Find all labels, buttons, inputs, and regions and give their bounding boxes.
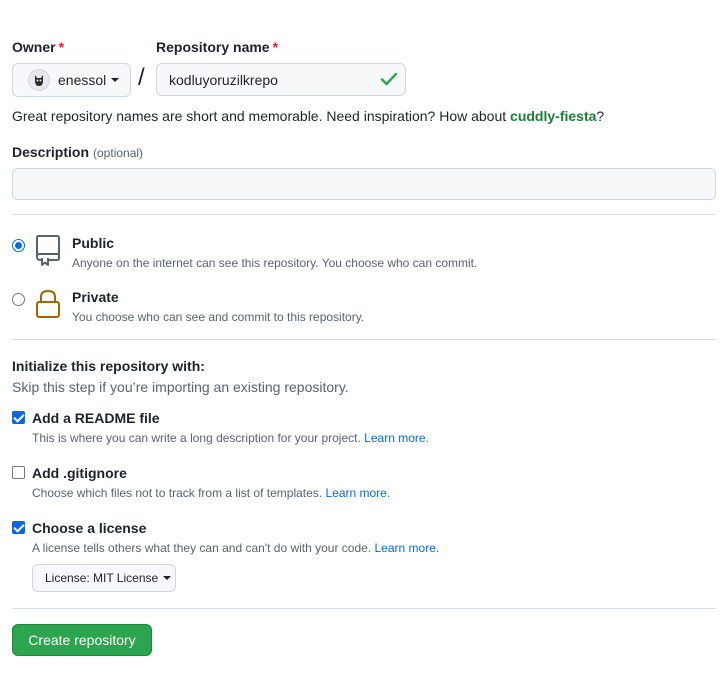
visibility-public-radio[interactable]	[12, 239, 25, 252]
owner-label-text: Owner	[12, 39, 56, 55]
owner-select-button[interactable]: enessol	[12, 63, 131, 97]
visibility-private-radio[interactable]	[12, 293, 25, 306]
avatar-icon	[28, 69, 50, 91]
divider	[12, 608, 716, 609]
license-learn-more-link[interactable]: Learn more.	[375, 541, 440, 555]
description-label: Description (optional)	[12, 144, 143, 160]
readme-label: Add a README file	[32, 410, 160, 426]
readme-description-text: This is where you can write a long descr…	[32, 431, 361, 445]
readme-checkbox[interactable]	[12, 411, 25, 424]
license-checkbox[interactable]	[12, 521, 25, 534]
create-repository-label: Create repository	[28, 632, 136, 648]
initialize-subtitle: Skip this step if you’re importing an ex…	[12, 379, 349, 395]
repo-name-hint: Great repository names are short and mem…	[12, 108, 604, 124]
repo-name-label-text: Repository name	[156, 39, 270, 55]
gitignore-learn-more-link[interactable]: Learn more.	[325, 486, 390, 500]
check-icon	[380, 71, 398, 90]
required-marker: *	[272, 39, 279, 55]
owner-repo-separator: /	[138, 64, 145, 91]
chevron-down-icon	[111, 78, 120, 82]
gitignore-label: Add .gitignore	[32, 465, 127, 481]
initialize-title: Initialize this repository with:	[12, 358, 205, 374]
license-label: Choose a license	[32, 520, 147, 536]
visibility-private-description: You choose who can see and commit to thi…	[72, 310, 365, 324]
readme-learn-more-link[interactable]: Learn more.	[364, 431, 429, 445]
optional-label: (optional)	[93, 146, 144, 160]
hint-suffix: ?	[596, 108, 605, 124]
visibility-public-title: Public	[72, 235, 115, 251]
gitignore-description: Choose which files not to track from a l…	[32, 486, 390, 500]
lock-icon	[35, 289, 61, 322]
license-select-button[interactable]: License: MIT License	[32, 564, 176, 592]
license-description-text: A license tells others what they can and…	[32, 541, 372, 555]
divider	[12, 339, 716, 340]
repo-name-input[interactable]	[156, 63, 406, 96]
readme-description: This is where you can write a long descr…	[32, 431, 429, 445]
owner-label: Owner *	[12, 39, 64, 55]
chevron-down-icon	[163, 576, 172, 580]
repo-name-label: Repository name *	[156, 39, 278, 55]
license-select-label: License: MIT License	[45, 571, 159, 585]
hint-text: Great repository names are short and mem…	[12, 108, 511, 124]
owner-name: enessol	[58, 72, 107, 88]
description-input[interactable]	[12, 168, 716, 200]
create-repository-button[interactable]: Create repository	[12, 624, 152, 656]
visibility-private-title: Private	[72, 289, 119, 305]
name-suggestion-link[interactable]: cuddly-fiesta	[510, 108, 596, 124]
required-marker: *	[58, 39, 65, 55]
gitignore-checkbox[interactable]	[12, 466, 25, 479]
repo-book-icon	[34, 234, 62, 269]
description-label-text: Description	[12, 144, 90, 160]
gitignore-description-text: Choose which files not to track from a l…	[32, 486, 323, 500]
visibility-public-description: Anyone on the internet can see this repo…	[72, 256, 478, 270]
license-description: A license tells others what they can and…	[32, 541, 439, 555]
divider	[12, 214, 716, 215]
